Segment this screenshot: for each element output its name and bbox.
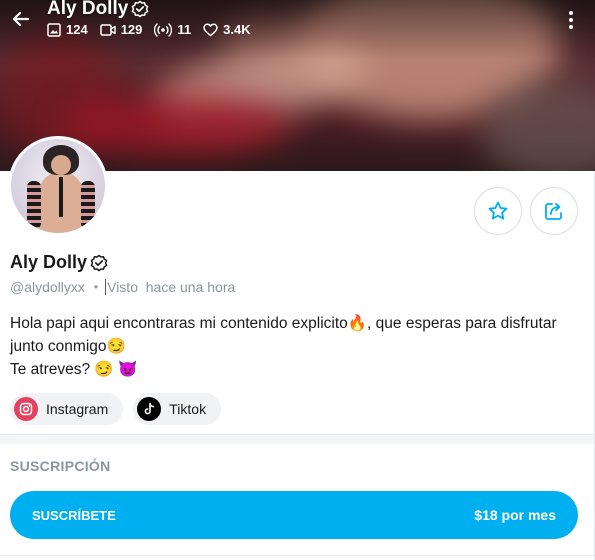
page-title: Aly Dolly (47, 0, 129, 19)
profile-name: Aly Dolly (10, 252, 88, 272)
share-button[interactable] (530, 187, 578, 235)
stat-streams: 11 (154, 22, 191, 37)
kebab-dot (569, 18, 573, 22)
bio-line: Hola papi aqui encontraras mi contenido … (10, 315, 557, 332)
verified-icon (131, 0, 149, 18)
kebab-dot (569, 25, 573, 29)
top-bar: Aly Dolly 124 129 11 3.4K (0, 0, 595, 48)
kebab-dot (569, 11, 573, 15)
bottom-divider (0, 555, 595, 556)
stat-likes-value: 3.4K (223, 22, 251, 37)
profile-bio: Hola papi aqui encontraras mi contenido … (10, 312, 585, 381)
instagram-link[interactable]: Instagram (10, 393, 124, 425)
text-caret (105, 279, 107, 295)
share-icon (545, 202, 562, 220)
star-icon (488, 201, 508, 220)
tiktok-label: Tiktok (169, 401, 207, 417)
more-options-button[interactable] (561, 8, 581, 32)
instagram-label: Instagram (46, 401, 109, 417)
page-title-wrap: Aly Dolly (47, 0, 149, 20)
back-button[interactable] (8, 6, 34, 32)
stat-photos-value: 124 (66, 22, 88, 37)
tiktok-icon (137, 397, 162, 421)
profile-name-row: Aly Dolly (10, 252, 108, 273)
profile-handle[interactable]: @alydollyxx (10, 279, 85, 295)
heart-icon (203, 23, 218, 36)
add-to-favorites-button[interactable] (474, 187, 522, 235)
broadcast-icon (154, 22, 173, 37)
stat-photos: 124 (47, 22, 88, 37)
bio-line: Te atreves? 😏 😈 (10, 361, 138, 378)
section-divider (0, 434, 595, 444)
video-icon (99, 23, 116, 36)
profile-meta: @alydollyxx • Visto hace una hora (10, 279, 235, 295)
stat-likes: 3.4K (203, 22, 251, 37)
arrow-left-icon (12, 11, 30, 27)
subscription-heading: SUSCRIPCIÓN (10, 458, 111, 474)
bio-line: junto conmigo😏 (10, 338, 126, 355)
stat-videos-value: 129 (120, 22, 143, 37)
meta-separator: • (93, 280, 99, 294)
verified-icon (90, 254, 108, 271)
avatar[interactable] (8, 136, 108, 236)
last-seen: Visto hace una hora (107, 279, 236, 295)
tiktok-link[interactable]: Tiktok (133, 393, 222, 425)
subscribe-label: SUSCRÍBETE (32, 507, 116, 523)
subscribe-price: $18 por mes (474, 507, 556, 523)
social-links: Instagram Tiktok (10, 393, 222, 425)
stats-row: 124 129 11 3.4K (47, 22, 251, 37)
image-icon (47, 22, 61, 37)
stat-videos: 129 (99, 22, 143, 37)
subscribe-button[interactable]: SUSCRÍBETE $18 por mes (10, 491, 578, 539)
instagram-icon (14, 397, 38, 421)
stat-streams-value: 11 (177, 22, 192, 37)
